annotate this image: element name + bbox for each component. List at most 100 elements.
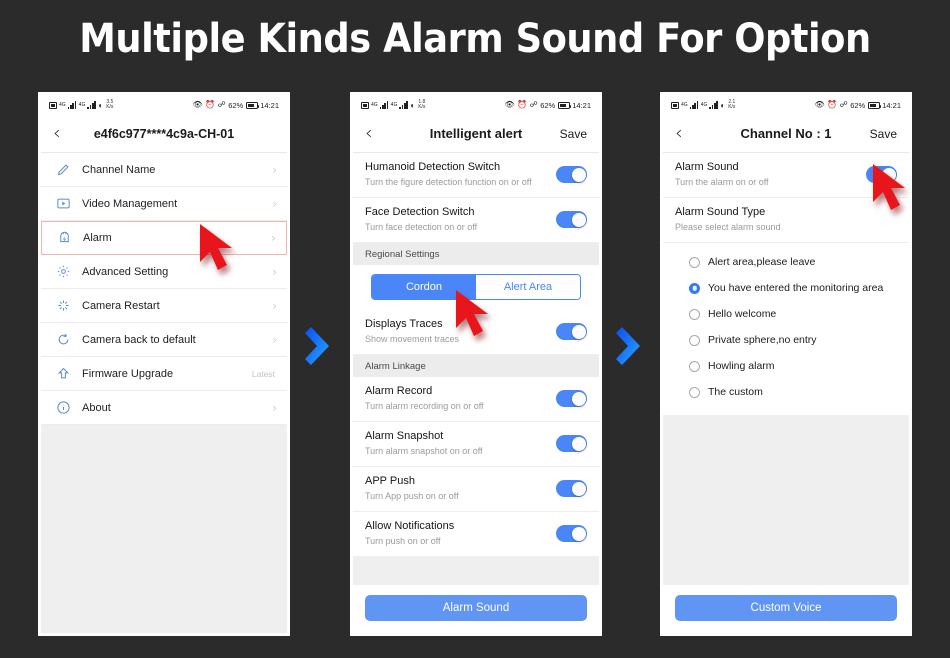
network-speed-unit: K/s (728, 104, 736, 110)
menu-item-firmware-upgrade[interactable]: Firmware Upgrade Latest (41, 357, 287, 391)
switch-subtitle: Turn alarm snapshot on or off (365, 446, 483, 457)
alarm-clock-icon: ⏰ (517, 100, 528, 109)
screen-content-3: 4G 4G ◐ 2.1 K/s 👁 ⏰ ☍ 62% 14:21 ‹ Channe… (663, 95, 909, 633)
radio-label: The custom (708, 386, 763, 398)
battery-percent-label: 62% (228, 100, 244, 110)
chevron-right-icon: › (272, 196, 277, 211)
status-bar-right-2: 👁 ⏰ ☍ 62% 14:21 (504, 101, 591, 110)
alarm-clock-icon: ⏰ (827, 100, 838, 109)
status-bar-left-1: 4G 4G ◐ 3.5 K/s (49, 100, 113, 110)
radio-option-alert-area[interactable]: Alert area,please leave (663, 249, 909, 275)
switch-row-alarm-snapshot[interactable]: Alarm Snapshot Turn alarm snapshot on or… (353, 422, 599, 467)
radio-icon[interactable] (689, 256, 700, 268)
menu-label: Camera Restart (82, 299, 160, 312)
radio-label: Alert area,please leave (708, 256, 816, 268)
restart-icon (53, 296, 73, 316)
toggle-alarm-sound[interactable] (866, 166, 897, 183)
radio-icon[interactable] (689, 386, 700, 398)
cta-wrap-2: Alarm Sound (353, 585, 599, 633)
eye-icon: 👁 (192, 100, 203, 109)
menu-item-channel-name[interactable]: Channel Name › (41, 153, 287, 187)
video-icon (53, 194, 73, 214)
toggle-allow-notifications[interactable] (556, 525, 587, 542)
radio-option-howling-alarm[interactable]: Howling alarm (663, 353, 909, 379)
phone-screen-2: 4G 4G ◐ 1.8 K/s 👁 ⏰ ☍ 62% 14:21 ‹ Intell… (350, 92, 602, 636)
switch-subtitle: Turn the figure detection function on or… (365, 177, 532, 188)
body-1: Channel Name › Video Management › Alarm … (41, 153, 287, 633)
screen-content-1: 4G 4G ◐ 3.5 K/s 👁 ⏰ ☍ 62% 14:21 ‹ e4f6c9… (41, 95, 287, 633)
toggle-humanoid-detection[interactable] (556, 166, 587, 183)
switch-row-face-detection[interactable]: Face Detection Switch Turn face detectio… (353, 198, 599, 243)
switch-row-alarm-record[interactable]: Alarm Record Turn alarm recording on or … (353, 377, 599, 422)
alarm-bell-icon (54, 228, 74, 248)
switch-title: Alarm Sound (675, 161, 739, 174)
network-speed-1: 3.5 K/s (106, 100, 113, 110)
switch-text: APP Push Turn App push on or off (365, 474, 556, 503)
battery-percent-label: 62% (540, 100, 556, 110)
signal-sup-1: 4G (59, 102, 66, 108)
switch-row-allow-notifications[interactable]: Allow Notifications Turn push on or off (353, 512, 599, 557)
back-button[interactable]: ‹ (53, 124, 73, 143)
radio-option-monitoring-area[interactable]: You have entered the monitoring area (663, 275, 909, 301)
back-button[interactable]: ‹ (675, 124, 695, 143)
status-bar-right-3: 👁 ⏰ ☍ 62% 14:21 (814, 101, 901, 110)
radio-icon[interactable] (689, 308, 700, 320)
toggle-app-push[interactable] (556, 480, 587, 497)
separator-chevron-2 (614, 322, 648, 370)
switch-text: Humanoid Detection Switch Turn the figur… (365, 160, 556, 189)
menu-note: Latest (251, 368, 275, 379)
menu-label: Alarm (83, 232, 112, 244)
radio-label: Hello welcome (708, 308, 777, 320)
toggle-alarm-snapshot[interactable] (556, 435, 587, 452)
alarm-clock-icon: ⏰ (205, 100, 216, 109)
menu-item-camera-restart[interactable]: Camera Restart › (41, 289, 287, 323)
menu-item-camera-back-to-default[interactable]: Camera back to default › (41, 323, 287, 357)
clock-label: 14:21 (572, 100, 591, 110)
cta-wrap-3: Custom Voice (663, 585, 909, 633)
custom-voice-button[interactable]: Custom Voice (675, 595, 897, 621)
menu-label: Firmware Upgrade (82, 367, 174, 380)
alarm-sound-button[interactable]: Alarm Sound (365, 595, 587, 621)
menu-item-alarm[interactable]: Alarm › (41, 221, 287, 255)
section-title: Alarm Sound Type (675, 206, 766, 219)
save-button[interactable]: Save (870, 127, 897, 141)
radio-label: You have entered the monitoring area (708, 282, 884, 294)
switch-row-humanoid-detection[interactable]: Humanoid Detection Switch Turn the figur… (353, 153, 599, 198)
switch-row-app-push[interactable]: APP Push Turn App push on or off (353, 467, 599, 512)
back-button[interactable]: ‹ (365, 124, 385, 143)
menu-item-video-management[interactable]: Video Management › (41, 187, 287, 221)
switch-text: Displays Traces Show movement traces (365, 317, 556, 346)
radio-option-hello-welcome[interactable]: Hello welcome (663, 301, 909, 327)
section-header-alarm-linkage: Alarm Linkage (353, 355, 599, 377)
phone-screen-3: 4G 4G ◐ 2.1 K/s 👁 ⏰ ☍ 62% 14:21 ‹ Channe… (660, 92, 912, 636)
switch-subtitle: Turn alarm recording on or off (365, 401, 484, 412)
battery-percent-label: 62% (850, 100, 866, 110)
radio-icon[interactable] (689, 334, 700, 346)
segment-alert-area[interactable]: Alert Area (476, 275, 580, 299)
wifi-icon: ◐ (720, 100, 726, 110)
signal-icon (379, 101, 389, 109)
radio-option-private-sphere[interactable]: Private sphere,no entry (663, 327, 909, 353)
save-button[interactable]: Save (560, 127, 587, 141)
network-speed-2: 1.8 K/s (418, 100, 425, 110)
radio-icon-selected[interactable] (689, 282, 700, 294)
empty-area-1 (41, 425, 287, 633)
radio-label: Private sphere,no entry (708, 334, 817, 346)
section-subtitle: Please select alarm sound (675, 222, 781, 233)
radio-option-the-custom[interactable]: The custom (663, 379, 909, 405)
segment-cordon[interactable]: Cordon (372, 275, 476, 299)
menu-item-about[interactable]: About › (41, 391, 287, 425)
switch-row-displays-traces[interactable]: Displays Traces Show movement traces (353, 310, 599, 355)
menu-item-advanced-setting[interactable]: Advanced Setting › (41, 255, 287, 289)
radio-icon[interactable] (689, 360, 700, 372)
chevron-right-icon: › (272, 298, 277, 313)
toggle-alarm-record[interactable] (556, 390, 587, 407)
toggle-face-detection[interactable] (556, 211, 587, 228)
battery-icon (867, 101, 882, 109)
status-bar-right-1: 👁 ⏰ ☍ 62% 14:21 (192, 101, 279, 110)
signal-icon (399, 101, 408, 109)
eye-icon: 👁 (504, 100, 515, 109)
switch-row-alarm-sound[interactable]: Alarm Sound Turn the alarm on or off (663, 153, 909, 198)
signal-icon (689, 101, 699, 109)
toggle-displays-traces[interactable] (556, 323, 587, 340)
